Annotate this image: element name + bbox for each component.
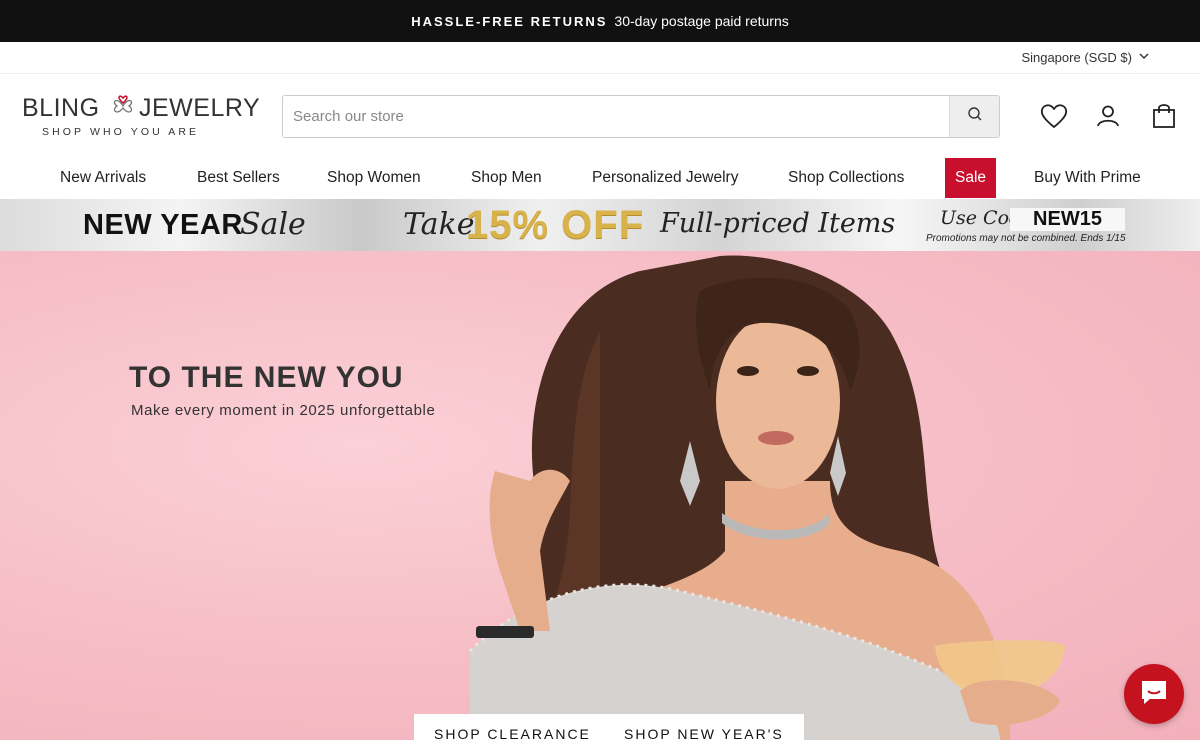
shop-clearance-button[interactable]: SHOP CLEARANCE [414,714,611,740]
nav-buy-with-prime[interactable]: Buy With Prime [1034,158,1141,198]
cart-button[interactable] [1150,103,1178,134]
wishlist-button[interactable] [1040,103,1068,134]
promo-sale: Sale [240,207,306,242]
currency-label: Singapore (SGD $) [1021,50,1132,65]
nav-best-sellers[interactable]: Best Sellers [197,158,280,198]
main-nav: New Arrivals Best Sellers Shop Women Sho… [0,158,1200,198]
currency-selector[interactable]: Singapore (SGD $) [1021,50,1150,65]
promo-full-priced: Full-priced Items [660,208,896,239]
brand-logo[interactable]: BLING JEWELRY SHOP WHO YOU ARE [22,92,260,138]
logo-tagline: SHOP WHO YOU ARE [42,126,200,138]
hero-title: TO THE NEW YOU [129,361,404,394]
nav-shop-men[interactable]: Shop Men [471,158,542,198]
promo-new-year: NEW YEAR [83,209,243,241]
hero-banner: TO THE NEW YOU Make every moment in 2025… [0,251,1200,740]
nav-shop-women[interactable]: Shop Women [327,158,421,198]
promo-banner[interactable]: NEW YEAR Sale Take 15% OFF Full-priced I… [0,199,1200,251]
promo-discount: 15% OFF [466,203,645,247]
logo-word-right: JEWELRY [139,94,261,122]
clover-heart-icon [108,92,138,127]
announcement-strong: HASSLE-FREE RETURNS [411,13,608,29]
heart-icon [1040,103,1068,134]
site-header: BLING JEWELRY SHOP WHO YOU ARE [0,74,1200,158]
shop-new-years-button[interactable]: SHOP NEW YEAR'S [604,714,804,740]
nav-shop-collections[interactable]: Shop Collections [788,158,904,198]
hero-subtitle: Make every moment in 2025 unforgettable [131,402,436,419]
logo-word-left: BLING [22,94,100,122]
chevron-down-icon [1138,50,1150,65]
search-input[interactable] [283,96,949,137]
search-icon [967,106,983,127]
promo-take: Take [403,207,475,242]
promo-fine-print: Promotions may not be combined. Ends 1/1… [926,233,1126,244]
chat-button[interactable] [1124,664,1184,724]
announcement-text: 30-day postage paid returns [614,13,789,29]
nav-sale[interactable]: Sale [945,158,997,198]
cart-icon [1152,103,1176,134]
locale-bar: Singapore (SGD $) [0,42,1200,74]
search-button[interactable] [949,96,999,137]
promo-code: NEW15 [1010,208,1125,231]
user-icon [1096,104,1120,133]
hero-model-image [468,255,1065,740]
chat-icon [1138,677,1170,712]
nav-new-arrivals[interactable]: New Arrivals [60,158,146,198]
account-button[interactable] [1094,104,1122,132]
nav-personalized-jewelry[interactable]: Personalized Jewelry [592,158,738,198]
announcement-bar: HASSLE-FREE RETURNS 30-day postage paid … [0,0,1200,42]
search-bar [282,95,1000,138]
